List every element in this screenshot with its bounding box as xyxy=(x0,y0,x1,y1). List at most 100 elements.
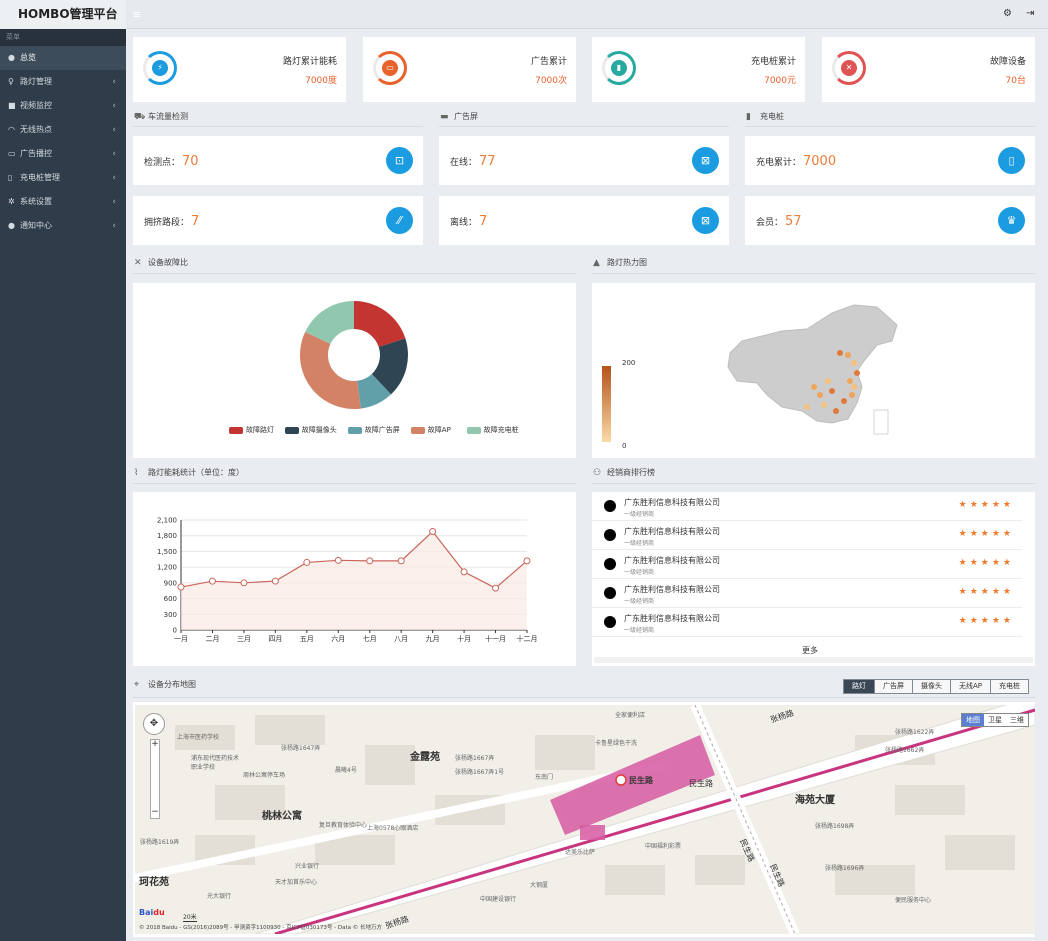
road-icon[interactable]: ⁄⁄ xyxy=(386,207,413,234)
list-item[interactable]: 广东胜利信息科技有限公司 一级经销商 ★★★★★ xyxy=(592,550,1022,579)
y-tick-label: 300 xyxy=(164,611,177,619)
legend-item[interactable]: 故障摄像头 xyxy=(284,425,337,435)
screen-online-icon[interactable]: ⊠ xyxy=(692,147,719,174)
chevron-left-icon: ‹ xyxy=(112,197,116,207)
logout-icon[interactable]: ⇥ xyxy=(1026,8,1034,19)
map-type-satellite[interactable]: 卫星 xyxy=(984,714,1006,726)
list-item[interactable]: 广东胜利信息科技有限公司 一级经销商 ★★★★★ xyxy=(592,521,1022,550)
data-point[interactable] xyxy=(429,528,437,536)
ad-screen-icon: ▬ xyxy=(440,112,449,122)
kpi-label: 充电桩累计 xyxy=(750,57,796,67)
x-tick-label: 十一月 xyxy=(485,634,506,643)
baidu-map[interactable]: 金露苑 桃林公寓 海苑大厦 珂花苑 民生路 民生路 张杨路 张杨路 民生路 民生… xyxy=(135,705,1035,934)
zoom-in-icon[interactable]: + xyxy=(149,740,161,750)
list-item[interactable]: 广东胜利信息科技有限公司 一级经销商 ★★★★★ xyxy=(592,608,1022,637)
crown-icon[interactable]: ♛ xyxy=(998,207,1025,234)
sidebar-item-video[interactable]: ■ 视频监控 ‹ xyxy=(0,94,126,118)
rating-stars: ★★★★★ xyxy=(958,558,1014,568)
heat-point[interactable] xyxy=(821,402,827,408)
tab-camera[interactable]: 摄像头 xyxy=(913,680,951,693)
map-device-tabs: 路灯 广告屏 摄像头 无线AP 充电桩 xyxy=(843,679,1030,694)
zoom-out-icon[interactable]: − xyxy=(149,808,161,818)
stat-card-offline: 离线： 7 ⊠ xyxy=(439,196,729,245)
heat-point[interactable] xyxy=(849,392,855,398)
screen-offline-icon[interactable]: ⊠ xyxy=(692,207,719,234)
data-point[interactable] xyxy=(460,568,468,576)
heat-point[interactable] xyxy=(837,350,843,356)
sidebar-item-settings[interactable]: ✲ 系统设置 ‹ xyxy=(0,190,126,214)
stat-value: 57 xyxy=(785,214,802,229)
stat-value: 77 xyxy=(479,154,496,169)
tab-streetlight[interactable]: 路灯 xyxy=(844,680,875,693)
tab-wifi-ap[interactable]: 无线AP xyxy=(951,680,992,693)
sidebar-item-streetlight[interactable]: ♀ 路灯管理 ‹ xyxy=(0,70,126,94)
x-tick-label: 十二月 xyxy=(517,634,538,643)
x-tick-label: 十月 xyxy=(457,634,471,643)
heat-point[interactable] xyxy=(845,352,851,358)
legend-item[interactable]: 故障路灯 xyxy=(229,425,274,435)
tools-icon: ✕ xyxy=(841,60,857,76)
map-pan-control[interactable]: ✥ xyxy=(143,713,165,735)
data-point[interactable] xyxy=(177,583,185,591)
data-point[interactable] xyxy=(523,557,531,565)
tab-adscreen[interactable]: 广告屏 xyxy=(875,680,913,693)
china-outline xyxy=(727,304,898,424)
map-type-3d[interactable]: 三维 xyxy=(1006,714,1028,726)
heat-scale-bar[interactable] xyxy=(602,366,611,442)
list-item[interactable]: 广东胜利信息科技有限公司 一级经销商 ★★★★★ xyxy=(592,492,1022,521)
avatar xyxy=(604,558,616,570)
legend-item[interactable]: 故障广告屏 xyxy=(347,425,400,435)
heat-point[interactable] xyxy=(851,360,857,366)
pie-slice-1[interactable] xyxy=(354,301,406,347)
sidebar-header: 菜单 xyxy=(0,29,126,46)
x-tick-label: 三月 xyxy=(237,635,251,643)
tab-charger[interactable]: 充电桩 xyxy=(991,680,1029,693)
heat-point[interactable] xyxy=(851,384,857,390)
sidebar-item-notify[interactable]: ● 通知中心 ‹ xyxy=(0,214,126,238)
heat-point[interactable] xyxy=(804,404,810,410)
heat-point[interactable] xyxy=(833,408,839,414)
sidebar-item-wifi[interactable]: ◠ 无线热点 ‹ xyxy=(0,118,126,142)
chevron-left-icon: ‹ xyxy=(112,221,116,231)
stat-card-members: 会员： 57 ♛ xyxy=(745,196,1035,245)
heat-point[interactable] xyxy=(847,378,853,384)
data-point[interactable] xyxy=(397,557,405,565)
avatar xyxy=(604,500,616,512)
monitor-chart-icon[interactable]: ⊡ xyxy=(386,147,413,174)
kpi-ring: ⚡ xyxy=(143,51,177,85)
map-type-map[interactable]: 地图 xyxy=(962,714,984,726)
data-point[interactable] xyxy=(303,558,311,566)
data-point[interactable] xyxy=(208,577,216,585)
heat-max-label: 200 xyxy=(622,359,636,367)
legend-item[interactable]: 故障AP xyxy=(410,425,451,435)
sidebar-item-overview[interactable]: ● 总览 xyxy=(0,46,126,70)
more-link[interactable]: 更多 xyxy=(802,645,818,656)
stat-card-online: 在线： 77 ⊠ xyxy=(439,136,729,185)
heat-point[interactable] xyxy=(854,370,860,376)
kpi-card-faults: ✕ 故障设备 70台 xyxy=(822,37,1035,102)
horizontal-scrollbar[interactable] xyxy=(594,657,1033,663)
stat-value: 7000 xyxy=(803,154,837,169)
menu-toggle-icon[interactable]: ≡ xyxy=(132,8,141,21)
sidebar-item-label: 总览 xyxy=(20,53,36,62)
heat-point[interactable] xyxy=(811,384,817,390)
heat-point[interactable] xyxy=(825,378,831,384)
list-item[interactable]: 广东胜利信息科技有限公司 一级经销商 ★★★★★ xyxy=(592,579,1022,608)
pie-legend: 故障路灯 故障摄像头 故障广告屏 故障AP 故障充电桩 xyxy=(229,425,559,437)
data-point[interactable] xyxy=(240,579,248,587)
legend-item[interactable]: 故障充电桩 xyxy=(466,425,519,435)
data-point[interactable] xyxy=(271,577,279,585)
fault-pie-chart xyxy=(300,301,408,409)
heat-point[interactable] xyxy=(829,388,835,394)
heat-point[interactable] xyxy=(841,398,847,404)
settings-icon[interactable]: ⚙ xyxy=(1003,8,1012,19)
gears-icon: ✲ xyxy=(8,197,15,206)
sidebar-item-charging[interactable]: ▯ 充电桩管理 ‹ xyxy=(0,166,126,190)
heat-point[interactable] xyxy=(817,392,823,398)
chevron-left-icon: ‹ xyxy=(112,173,116,183)
data-point[interactable] xyxy=(334,556,342,564)
battery-icon[interactable]: ▯ xyxy=(998,147,1025,174)
sidebar-item-ads[interactable]: ▭ 广告播控 ‹ xyxy=(0,142,126,166)
data-point[interactable] xyxy=(492,584,500,592)
data-point[interactable] xyxy=(366,557,374,565)
